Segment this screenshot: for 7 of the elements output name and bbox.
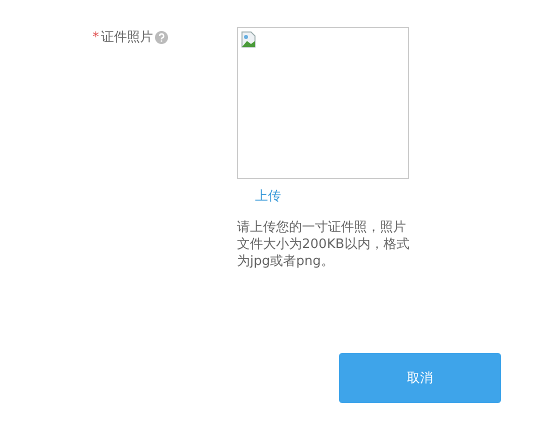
required-mark: * [92, 30, 99, 44]
cancel-button[interactable]: 取消 [339, 353, 501, 403]
field-label: 证件照片 [101, 29, 153, 46]
hint-text: 请上传您的一寸证件照，照片文件大小为200KB以内，格式为jpg或者png。 [237, 219, 410, 270]
help-icon [155, 30, 168, 44]
broken-image-icon [241, 31, 257, 48]
upload-link[interactable]: 上传 [255, 187, 281, 205]
